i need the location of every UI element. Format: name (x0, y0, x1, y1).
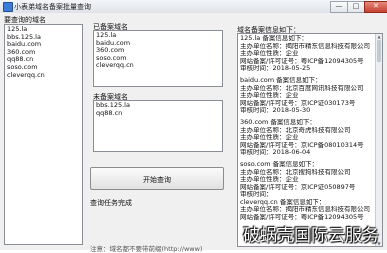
result-line: 网站备案/许可证号：粤ICP备12094305号 (240, 57, 364, 65)
result-line: 主办单位性质：企业 (240, 92, 299, 100)
maximize-button[interactable]: □ (347, 1, 365, 13)
list-item: baidu.com (96, 39, 131, 47)
list-item: 360.com (7, 48, 36, 56)
list-item: qq88.cn (7, 56, 34, 64)
result-line: 主办单位名称：揭阳市精东信息科技有限公司 (240, 206, 370, 214)
scroll-up-icon[interactable]: ▲ (376, 34, 382, 39)
result-line: baidu.com 备案信息如下： (240, 76, 322, 84)
result-line: 125.la 备案信息如下： (240, 35, 308, 42)
list-item: qq88.cn (96, 109, 123, 117)
result-line: 网站备案/许可证号：京ICP备08010314号 (240, 141, 364, 149)
list-item: soso.com (7, 63, 38, 71)
list-item: 125.la (7, 26, 28, 33)
list-item: soso.com (96, 54, 127, 62)
result-line: soso.com 备案信息如下： (240, 160, 319, 168)
result-line: 审核时间：2018-05-30 (240, 107, 311, 115)
list-item: baidu.com (7, 41, 42, 49)
list-item: 360.com (96, 47, 125, 55)
results-scrollbar[interactable]: ▲ ▼ (375, 34, 382, 246)
minimize-button[interactable]: — (330, 1, 348, 13)
result-line: 主办单位性质：企业 (240, 50, 299, 58)
title-bar: 小表弟域名备案批量查询 — □ ✕ (0, 0, 387, 14)
start-query-button[interactable]: 开始查询 (90, 167, 224, 190)
note-text: 注意：域名都不要带前缀(http://www) (90, 245, 203, 253)
watermark: 破蜗壳国际云服务 (243, 226, 379, 246)
result-line: 主办单位名称：北京奇虎科技有限公司 (240, 126, 351, 134)
list-item: cleverqq.cn (96, 62, 134, 70)
result-line: 网站备案/许可证号：京ICP证030173号 (240, 99, 356, 107)
result-line: 主办单位名称：北京百度网讯科技有限公司 (240, 84, 364, 92)
query-domains-textarea[interactable]: 125.la bbs.125.la baidu.com 360.com qq88… (4, 24, 83, 245)
result-line: 360.com 备案信息如下： (240, 118, 316, 126)
result-line: 主办单位名称：北京搜狗科技有限公司 (240, 168, 351, 176)
list-item: 125.la (96, 32, 117, 39)
window-title: 小表弟域名备案批量查询 (14, 3, 91, 11)
main-window: 要查询的域名 125.la bbs.125.la baidu.com 360.c… (0, 13, 387, 253)
result-line: 网站备案/许可证号：京ICP证050897号 (240, 183, 356, 191)
list-item: bbs.125.la (7, 33, 41, 41)
result-line: 审核时间： (240, 191, 273, 199)
app-icon (3, 2, 13, 12)
results-textarea[interactable]: 125.la 备案信息如下： 主办单位名称：揭阳市精东信息科技有限公司 主办单位… (237, 33, 383, 247)
scroll-thumb[interactable] (377, 40, 381, 62)
close-button[interactable]: ✕ (364, 1, 387, 13)
result-line: 审核时间：2018-06-04 (240, 149, 311, 157)
result-line: 主办单位性质：企业 (240, 176, 299, 184)
result-line: 主办单位名称：揭阳市精东信息科技有限公司 (240, 42, 370, 50)
status-text: 查询任务完成 (90, 199, 132, 207)
result-line: 审核时间：2018-05-25 (240, 65, 311, 73)
result-line: cleverqq.cn 备案信息如下： (240, 198, 326, 206)
list-item: cleverqq.cn (7, 71, 45, 79)
result-line: 主办单位性质：企业 (240, 134, 299, 142)
unfiled-domains-textarea[interactable]: bbs.125.la qq88.cn (93, 100, 223, 152)
filed-domains-textarea[interactable]: 125.la baidu.com 360.com soso.com clever… (93, 30, 223, 87)
list-item: bbs.125.la (96, 102, 130, 109)
